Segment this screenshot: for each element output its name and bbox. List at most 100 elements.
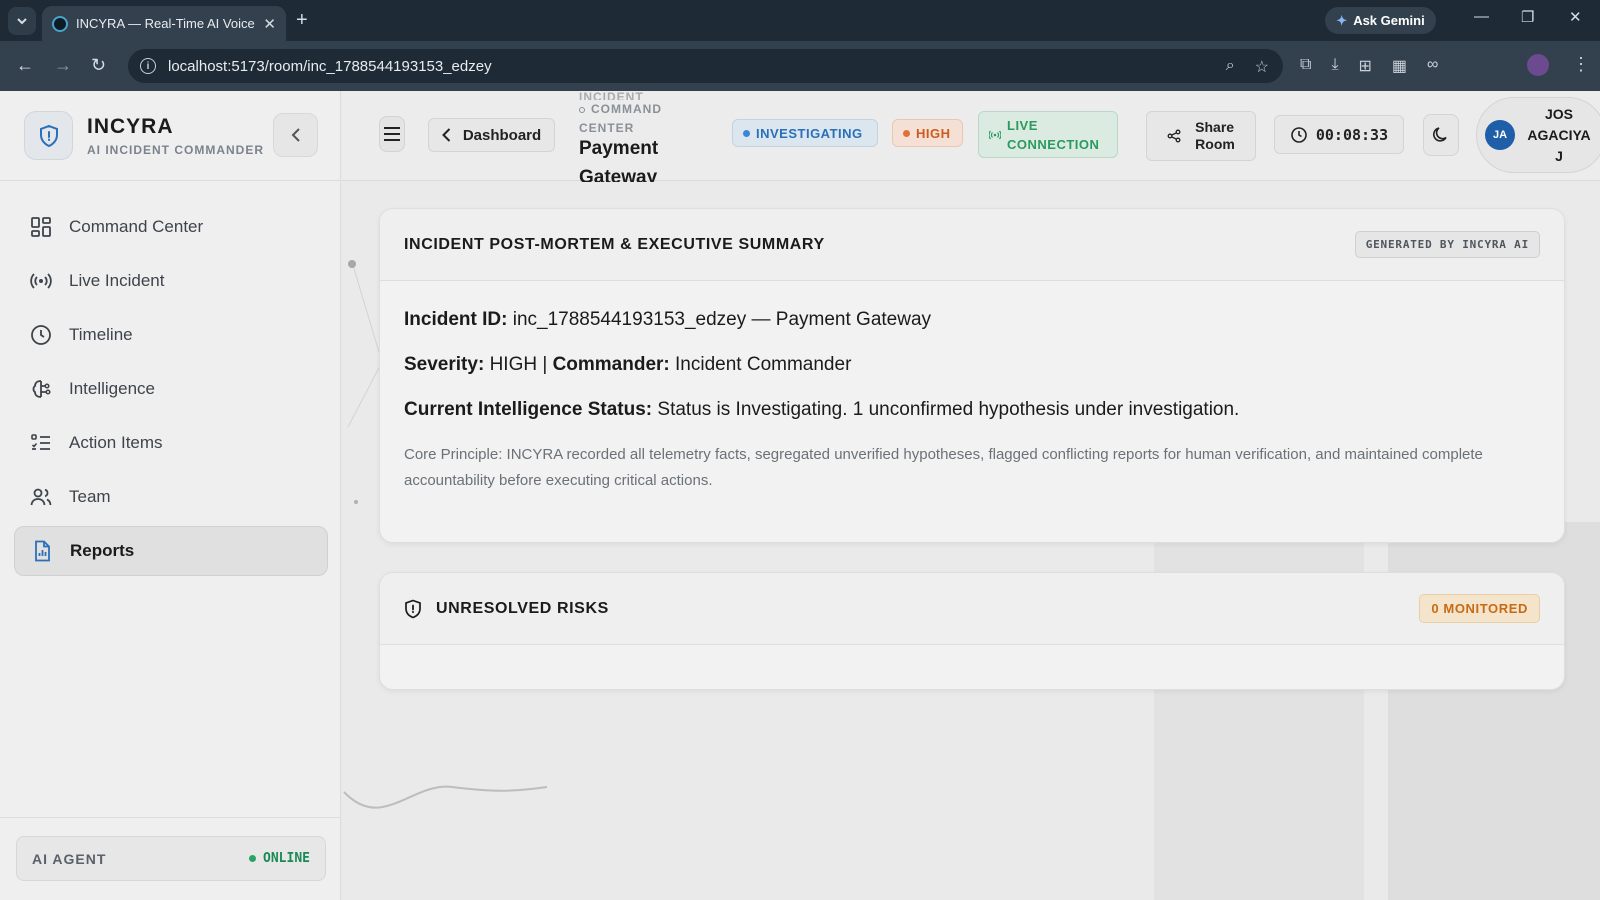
status-badge-text: INVESTIGATING [756, 125, 863, 141]
share-room-button[interactable]: Share Room [1146, 111, 1256, 161]
report-icon [35, 540, 50, 562]
sidebar-item-label: Action Items [69, 433, 163, 452]
collapse-sidebar-button[interactable] [273, 113, 318, 157]
sidebar-item-intelligence[interactable]: Intelligence [14, 364, 328, 414]
tab-title: INCYRA — Real-Time AI Voice I [76, 16, 256, 31]
sidebar-item-label: Timeline [69, 325, 133, 344]
window-close-icon[interactable]: ✕ [1569, 8, 1582, 26]
site-info-icon[interactable]: i [140, 58, 156, 74]
avatar: JA [1485, 120, 1515, 150]
zoom-icon[interactable]: ⌕ [1226, 57, 1235, 77]
online-dot-icon [249, 855, 257, 862]
profile-avatar-icon[interactable] [1527, 54, 1549, 76]
clock-icon [31, 325, 51, 345]
sidebar-item-command-center[interactable]: Command Center [14, 202, 328, 252]
moon-icon [1433, 127, 1447, 142]
user-name: JOS AGACIYA J [1523, 104, 1595, 167]
sparkle-icon: ✦ [1336, 12, 1348, 28]
brand-name: INCYRA [87, 115, 174, 138]
dashboard-label: Dashboard [462, 126, 542, 144]
chevron-left-icon [291, 128, 300, 142]
incident-id-line: Incident ID: inc_1788544193153_edzey — P… [404, 307, 1540, 332]
tab-search-button[interactable] [8, 7, 36, 35]
broadcast-icon [30, 273, 52, 289]
user-name-line-2: AGACIYA [1527, 126, 1591, 143]
unresolved-risks-card: UNRESOLVED RISKS 0 MONITORED [379, 572, 1565, 690]
chevron-left-icon [441, 128, 451, 142]
dashboard-button[interactable]: Dashboard [428, 118, 555, 152]
sidebar-item-label: Live Incident [69, 271, 165, 290]
summary-title: INCIDENT POST-MORTEM & EXECUTIVE SUMMARY [404, 235, 825, 253]
sidebar-item-action-items[interactable]: Action Items [14, 418, 328, 468]
risks-card-header: UNRESOLVED RISKS 0 MONITORED [380, 573, 1564, 645]
users-icon [30, 488, 52, 506]
more-menu-icon[interactable]: ⋮ [1572, 54, 1590, 75]
signal-icon [989, 130, 1001, 139]
status-label: Current Intelligence Status: [404, 399, 653, 420]
theme-toggle-button[interactable] [1423, 114, 1459, 156]
summary-card: INCIDENT POST-MORTEM & EXECUTIVE SUMMARY… [379, 208, 1565, 543]
brand-subtitle: AI INCIDENT COMMANDER [87, 143, 264, 157]
ask-gemini-button[interactable]: ✦ Ask Gemini [1325, 7, 1436, 34]
severity-value: HIGH | [489, 354, 548, 375]
severity-line: Severity: HIGH | Commander: Incident Com… [404, 352, 1540, 377]
incident-id-value: inc_1788544193153_edzey — Payment Gatewa… [512, 309, 932, 330]
sidebar-item-timeline[interactable]: Timeline [14, 310, 328, 360]
status-badge: INVESTIGATING [732, 119, 878, 147]
severity-badge: HIGH [892, 119, 963, 147]
link-icon[interactable]: ∞ [1427, 56, 1438, 76]
risks-title-wrap: UNRESOLVED RISKS [404, 599, 609, 619]
address-bar[interactable]: i localhost:5173/room/inc_1788544193153_… [128, 49, 1283, 83]
back-arrow-icon[interactable]: ← [16, 55, 34, 75]
user-menu[interactable]: JA JOS AGACIYA J [1476, 97, 1600, 173]
share-icon [1167, 129, 1181, 143]
sidebar-item-reports[interactable]: Reports [14, 526, 328, 576]
severity-dot-icon [903, 129, 910, 137]
breadcrumb-line-1: INCIDENT [579, 90, 644, 100]
minimize-icon[interactable]: — [1474, 8, 1489, 25]
forward-arrow-icon[interactable]: → [54, 55, 72, 75]
url-text: localhost:5173/room/inc_1788544193153_ed… [168, 57, 492, 75]
agent-label: AI AGENT [32, 850, 107, 867]
extensions-icon[interactable]: ⧉ [1300, 56, 1311, 76]
incident-timer: 00:08:33 [1274, 115, 1404, 154]
bookmark-star-icon[interactable]: ☆ [1255, 57, 1269, 77]
live-line-1: LIVE [1007, 117, 1038, 133]
shield-logo-icon [24, 111, 73, 160]
core-principle-text: Core Principle: INCYRA recorded all tele… [404, 446, 1483, 489]
page-title-line-1: Payment [579, 138, 659, 159]
divider [0, 817, 341, 818]
grid-icon [31, 217, 51, 237]
clock-icon [1291, 126, 1307, 143]
summary-body: Incident ID: inc_1788544193153_edzey — P… [380, 281, 1564, 494]
status-dot-icon [743, 129, 750, 137]
restore-icon[interactable]: ❐ [1521, 8, 1534, 26]
status-value: Status is Investigating. 1 unconfirmed h… [657, 399, 1240, 420]
sidebar-item-team[interactable]: Team [14, 472, 328, 522]
hamburger-icon [384, 127, 400, 129]
close-icon[interactable]: ✕ [263, 15, 276, 33]
browser-toolbar: ← → ↻ i localhost:5173/room/inc_17885441… [0, 41, 1600, 91]
sidebar-nav: Command Center Live Incident Timeline In… [14, 202, 328, 580]
commander-value: Incident Commander [675, 354, 852, 375]
translate-icon[interactable]: ⊞ [1359, 56, 1372, 76]
reload-icon[interactable]: ↻ [91, 55, 106, 75]
sidebar-item-live-incident[interactable]: Live Incident [14, 256, 328, 306]
shield-alert-icon [405, 599, 421, 618]
favicon-icon [52, 15, 68, 32]
chevron-down-icon [17, 18, 27, 25]
share-line-1: Share [1195, 119, 1235, 135]
main-content: INCIDENT POST-MORTEM & EXECUTIVE SUMMARY… [342, 182, 1600, 900]
browser-tab[interactable]: INCYRA — Real-Time AI Voice I ✕ [42, 6, 286, 41]
new-tab-icon[interactable]: + [296, 9, 308, 31]
live-line-2: CONNECTION [1007, 136, 1100, 152]
download-icon[interactable]: ⤓ [1331, 56, 1338, 76]
sidebar-item-label: Command Center [69, 217, 204, 236]
qr-icon[interactable]: ▦ [1392, 56, 1407, 76]
summary-card-header: INCIDENT POST-MORTEM & EXECUTIVE SUMMARY… [380, 209, 1564, 281]
incident-id-label: Incident ID: [404, 309, 508, 330]
share-line-2: Room [1195, 136, 1235, 152]
menu-button[interactable] [379, 116, 405, 152]
commander-label: Commander: [552, 354, 670, 375]
brain-icon [32, 380, 51, 398]
